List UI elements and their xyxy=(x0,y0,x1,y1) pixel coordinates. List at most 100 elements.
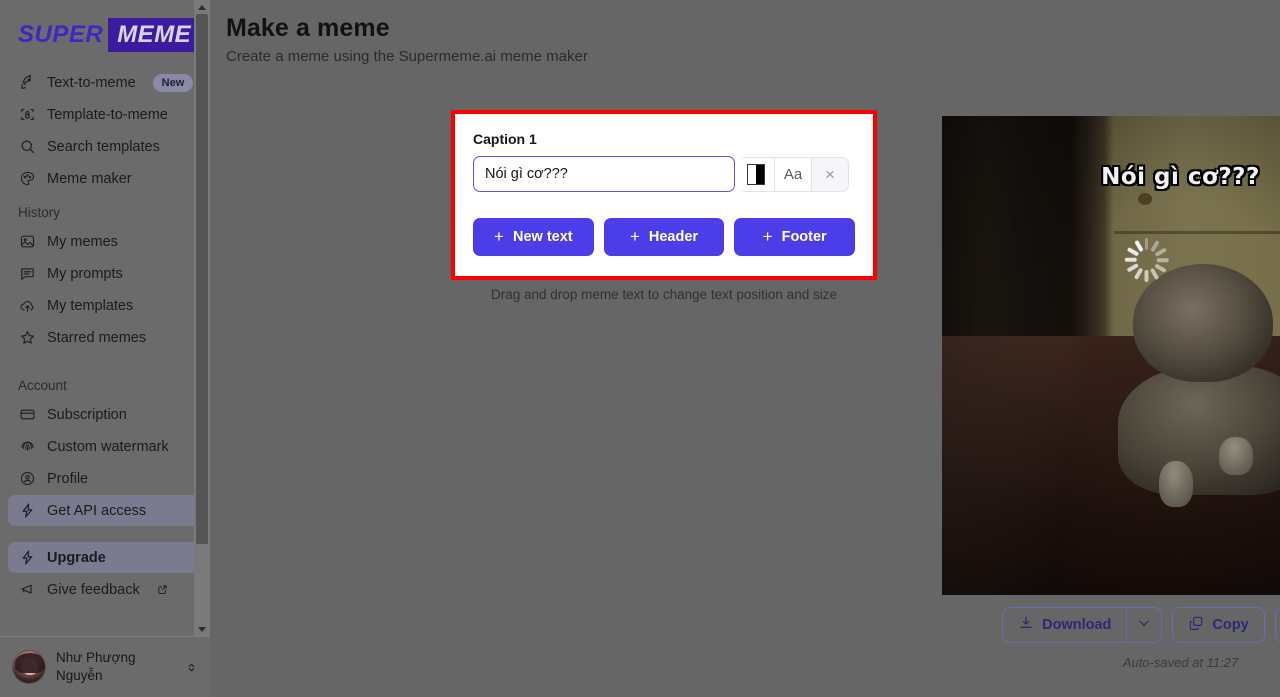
sidebar-item-text-to-meme[interactable]: Text-to-meme New xyxy=(8,67,202,98)
chat-icon xyxy=(18,265,36,283)
add-header-button[interactable]: + Header xyxy=(603,218,725,256)
logo-meme: MEME xyxy=(108,18,201,52)
font-size-icon: Aa xyxy=(783,165,803,183)
download-icon xyxy=(1018,615,1034,635)
bolt-icon xyxy=(18,502,36,520)
caption-input-row: Aa × xyxy=(473,156,855,192)
user-name: Như Phượng Nguyễn xyxy=(56,649,136,683)
copy-icon xyxy=(1188,615,1204,635)
credit-card-icon xyxy=(18,406,36,424)
star-button[interactable]: Star xyxy=(1274,607,1280,643)
sidebar-item-label: Search templates xyxy=(47,138,160,155)
external-link-icon xyxy=(157,584,168,595)
add-new-text-button[interactable]: + New text xyxy=(473,218,594,256)
palette-icon xyxy=(18,170,36,188)
image-icon xyxy=(18,233,36,251)
sidebar-item-label: Get API access xyxy=(47,502,147,519)
sidebar-item-label: Template-to-meme xyxy=(47,106,168,123)
sidebar-item-label: Meme maker xyxy=(47,170,132,187)
sidebar-item-label: Text-to-meme xyxy=(47,74,136,91)
drag-drop-hint: Drag and drop meme text to change text p… xyxy=(491,287,837,302)
button-label: Header xyxy=(648,229,699,245)
text-color-button[interactable] xyxy=(738,156,775,192)
sidebar-item-my-memes[interactable]: My memes xyxy=(8,226,202,257)
button-label: Footer xyxy=(781,229,827,245)
add-text-button-row: + New text + Header + Footer xyxy=(473,218,856,256)
search-icon xyxy=(18,138,36,156)
sidebar-item-label: My prompts xyxy=(47,265,123,282)
button-label: Download xyxy=(1042,617,1112,633)
download-button-group: Download xyxy=(1002,607,1163,643)
app-root: SUPER MEME Text-to-meme New Template-to-… xyxy=(0,0,1280,697)
avatar xyxy=(12,650,46,684)
sidebar-item-label: Subscription xyxy=(47,406,127,423)
sidebar-item-my-prompts[interactable]: My prompts xyxy=(8,258,202,289)
sidebar-item-meme-maker[interactable]: Meme maker xyxy=(8,163,202,194)
add-footer-button[interactable]: + Footer xyxy=(734,218,856,256)
sidebar-item-my-templates[interactable]: My templates xyxy=(8,290,202,321)
caption-tool-group: Aa × xyxy=(738,156,849,192)
sidebar-item-search-templates[interactable]: Search templates xyxy=(8,131,202,162)
upgrade-spacer xyxy=(0,527,210,541)
plus-icon: + xyxy=(494,227,504,246)
scrollbar-thumb[interactable] xyxy=(196,14,208,544)
download-options-button[interactable] xyxy=(1126,607,1163,643)
meme-preview[interactable]: Nói gì cơ??? Supermeme.ai xyxy=(942,116,1280,595)
sidebar-item-give-feedback[interactable]: Give feedback xyxy=(8,574,202,605)
sidebar-item-get-api-access[interactable]: Get API access xyxy=(8,495,202,526)
sidebar: SUPER MEME Text-to-meme New Template-to-… xyxy=(0,0,210,697)
sidebar-item-label: Custom watermark xyxy=(47,438,169,455)
fingerprint-icon xyxy=(18,438,36,456)
button-label: Copy xyxy=(1212,617,1249,633)
sidebar-item-subscription[interactable]: Subscription xyxy=(8,399,202,430)
sidebar-item-label: Give feedback xyxy=(47,581,140,598)
logo-super: SUPER xyxy=(18,21,104,48)
cloud-upload-icon xyxy=(18,297,36,315)
chevron-down-icon xyxy=(1136,615,1152,635)
account-section-title: Account xyxy=(18,378,67,393)
history-nav: My memes My prompts My templates Starred… xyxy=(0,225,210,354)
preview-actions: Download Copy xyxy=(942,607,1280,643)
sidebar-item-profile[interactable]: Profile xyxy=(8,463,202,494)
sidebar-item-label: My memes xyxy=(47,233,118,250)
primary-nav: Text-to-meme New Template-to-meme Search… xyxy=(0,66,210,195)
star-icon xyxy=(18,329,36,347)
sidebar-scrollbar[interactable] xyxy=(194,0,210,636)
download-button[interactable]: Download xyxy=(1002,607,1127,643)
autosave-status: Auto-saved at 11:27 xyxy=(1122,655,1239,670)
sidebar-item-custom-watermark[interactable]: Custom watermark xyxy=(8,431,202,462)
user-profile-row[interactable]: Như Phượng Nguyễn xyxy=(0,636,210,697)
button-label: New text xyxy=(512,229,573,245)
logo[interactable]: SUPER MEME xyxy=(0,0,210,66)
caption-input[interactable] xyxy=(473,156,735,192)
caption-editor-panel: Caption 1 Aa × xyxy=(451,110,877,280)
rocket-icon xyxy=(18,74,36,92)
user-circle-icon xyxy=(18,470,36,488)
copy-button[interactable]: Copy xyxy=(1172,607,1265,643)
footer-nav: Upgrade Give feedback xyxy=(0,541,210,606)
sidebar-item-template-to-meme[interactable]: Template-to-meme xyxy=(8,99,202,130)
history-section-title: History xyxy=(18,205,61,220)
megaphone-icon xyxy=(18,581,36,599)
sidebar-item-label: Profile xyxy=(47,470,89,487)
bolt-icon xyxy=(18,549,36,567)
page-title: Make a meme xyxy=(226,14,390,42)
font-style-button[interactable]: Aa xyxy=(774,156,812,192)
new-badge: New xyxy=(152,73,194,92)
delete-caption-button[interactable]: × xyxy=(811,156,849,192)
sidebar-item-label: Starred memes xyxy=(47,329,147,346)
sidebar-item-label: Upgrade xyxy=(47,549,106,566)
account-nav: Subscription Custom watermark Profile Ge… xyxy=(0,398,210,527)
sidebar-item-starred-memes[interactable]: Starred memes xyxy=(8,322,202,353)
scrollbar-up-arrow[interactable] xyxy=(194,0,210,14)
chevron-up-down-icon[interactable] xyxy=(185,661,198,674)
sidebar-item-upgrade[interactable]: Upgrade xyxy=(8,542,202,573)
meme-caption-overlay[interactable]: Nói gì cơ??? xyxy=(942,164,1280,190)
close-icon: × xyxy=(825,164,835,184)
color-swatch-icon xyxy=(747,163,765,185)
scrollbar-down-arrow[interactable] xyxy=(194,622,210,636)
plus-icon: + xyxy=(762,227,773,246)
caption-label: Caption 1 xyxy=(473,131,537,147)
loading-spinner-icon xyxy=(1124,237,1169,282)
